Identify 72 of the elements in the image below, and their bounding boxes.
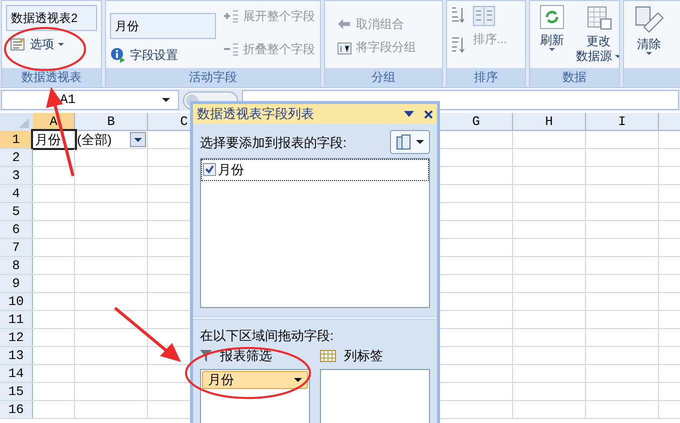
group-label: 数据 bbox=[562, 70, 586, 85]
row-header[interactable]: 5 bbox=[0, 203, 33, 220]
row-header[interactable]: 6 bbox=[0, 221, 33, 238]
caret-icon bbox=[134, 138, 142, 142]
row-header[interactable]: 2 bbox=[0, 149, 33, 166]
expand-icon bbox=[224, 9, 239, 24]
caret-icon bbox=[294, 378, 302, 382]
column-header[interactable]: G bbox=[440, 113, 513, 131]
active-field-field[interactable]: 月份 bbox=[110, 13, 216, 39]
column-header[interactable]: B bbox=[75, 113, 148, 131]
drag-prompt: 在以下区域间拖动字段: bbox=[199, 327, 335, 345]
checkbox[interactable] bbox=[203, 163, 216, 176]
select-all-corner bbox=[0, 113, 33, 131]
sort-descending-icon bbox=[451, 36, 465, 54]
group-label: 活动字段 bbox=[189, 70, 237, 85]
sort-ascending-icon bbox=[451, 6, 465, 24]
group-field-icon bbox=[337, 40, 352, 54]
arrow-left-icon bbox=[337, 18, 352, 32]
table-cell[interactable]: 月份 bbox=[33, 131, 75, 148]
options-button[interactable]: 选项 bbox=[6, 36, 68, 52]
name-box[interactable]: A1 bbox=[1, 90, 179, 110]
caret-icon bbox=[549, 48, 555, 51]
close-icon bbox=[424, 110, 433, 118]
row-header[interactable]: 8 bbox=[0, 257, 33, 274]
collapse-icon bbox=[224, 42, 239, 57]
layout-button[interactable] bbox=[390, 130, 430, 154]
area-label: 报表筛选 bbox=[220, 346, 272, 365]
group-label: 数据透视表 bbox=[22, 70, 82, 85]
annotation-arrow bbox=[114, 306, 181, 362]
cell-text: (全部) bbox=[77, 130, 112, 149]
row-header[interactable]: 15 bbox=[0, 383, 33, 400]
row-header[interactable]: 7 bbox=[0, 239, 33, 256]
row-header[interactable]: 1 bbox=[0, 131, 33, 148]
row-header[interactable]: 4 bbox=[0, 185, 33, 202]
row-header[interactable]: 14 bbox=[0, 365, 33, 382]
field-item[interactable]: 月份 bbox=[201, 159, 429, 180]
layout-icon bbox=[396, 134, 411, 150]
data-source-icon bbox=[585, 5, 612, 30]
row-header[interactable]: 13 bbox=[0, 347, 33, 364]
filter-icon bbox=[200, 349, 212, 362]
column-header[interactable]: I bbox=[586, 113, 659, 131]
caret-icon bbox=[646, 52, 652, 55]
options-icon bbox=[10, 36, 26, 52]
caret-icon bbox=[58, 42, 64, 46]
caret-icon bbox=[416, 140, 424, 144]
row-header[interactable]: 16 bbox=[0, 401, 33, 418]
group-label: 分组 bbox=[372, 70, 396, 85]
eraser-icon bbox=[634, 5, 664, 33]
row-header[interactable]: 3 bbox=[0, 167, 33, 184]
clear-button[interactable]: 清除 bbox=[634, 5, 664, 55]
row-header[interactable]: 12 bbox=[0, 329, 33, 346]
field-chip[interactable]: 月份 bbox=[202, 370, 308, 388]
change-data-source-button[interactable]: 更改 数据源 bbox=[576, 5, 619, 64]
row-header[interactable]: 10 bbox=[0, 293, 33, 310]
field-list-prompt: 选择要添加到报表的字段: bbox=[200, 134, 347, 152]
table-cell[interactable]: (全部) bbox=[75, 131, 148, 148]
column-header[interactable] bbox=[659, 113, 680, 131]
caret-icon bbox=[162, 98, 170, 102]
row-header[interactable]: 9 bbox=[0, 275, 33, 292]
pivot-name-field[interactable]: 数据透视表2 bbox=[6, 5, 97, 31]
refresh-icon bbox=[540, 5, 564, 29]
group-label-bar bbox=[624, 68, 680, 87]
column-header[interactable]: H bbox=[513, 113, 586, 131]
refresh-button[interactable]: 刷新 bbox=[540, 5, 564, 64]
info-icon bbox=[110, 47, 126, 63]
filter-dropdown-button[interactable] bbox=[130, 132, 146, 147]
sort-icon bbox=[473, 6, 495, 26]
area-label: 列标签 bbox=[344, 346, 383, 365]
field-settings-button[interactable]: 字段设置 bbox=[110, 47, 216, 63]
row-header[interactable]: 11 bbox=[0, 311, 33, 328]
grid-icon bbox=[320, 350, 336, 362]
group-label: 排序 bbox=[474, 70, 498, 85]
